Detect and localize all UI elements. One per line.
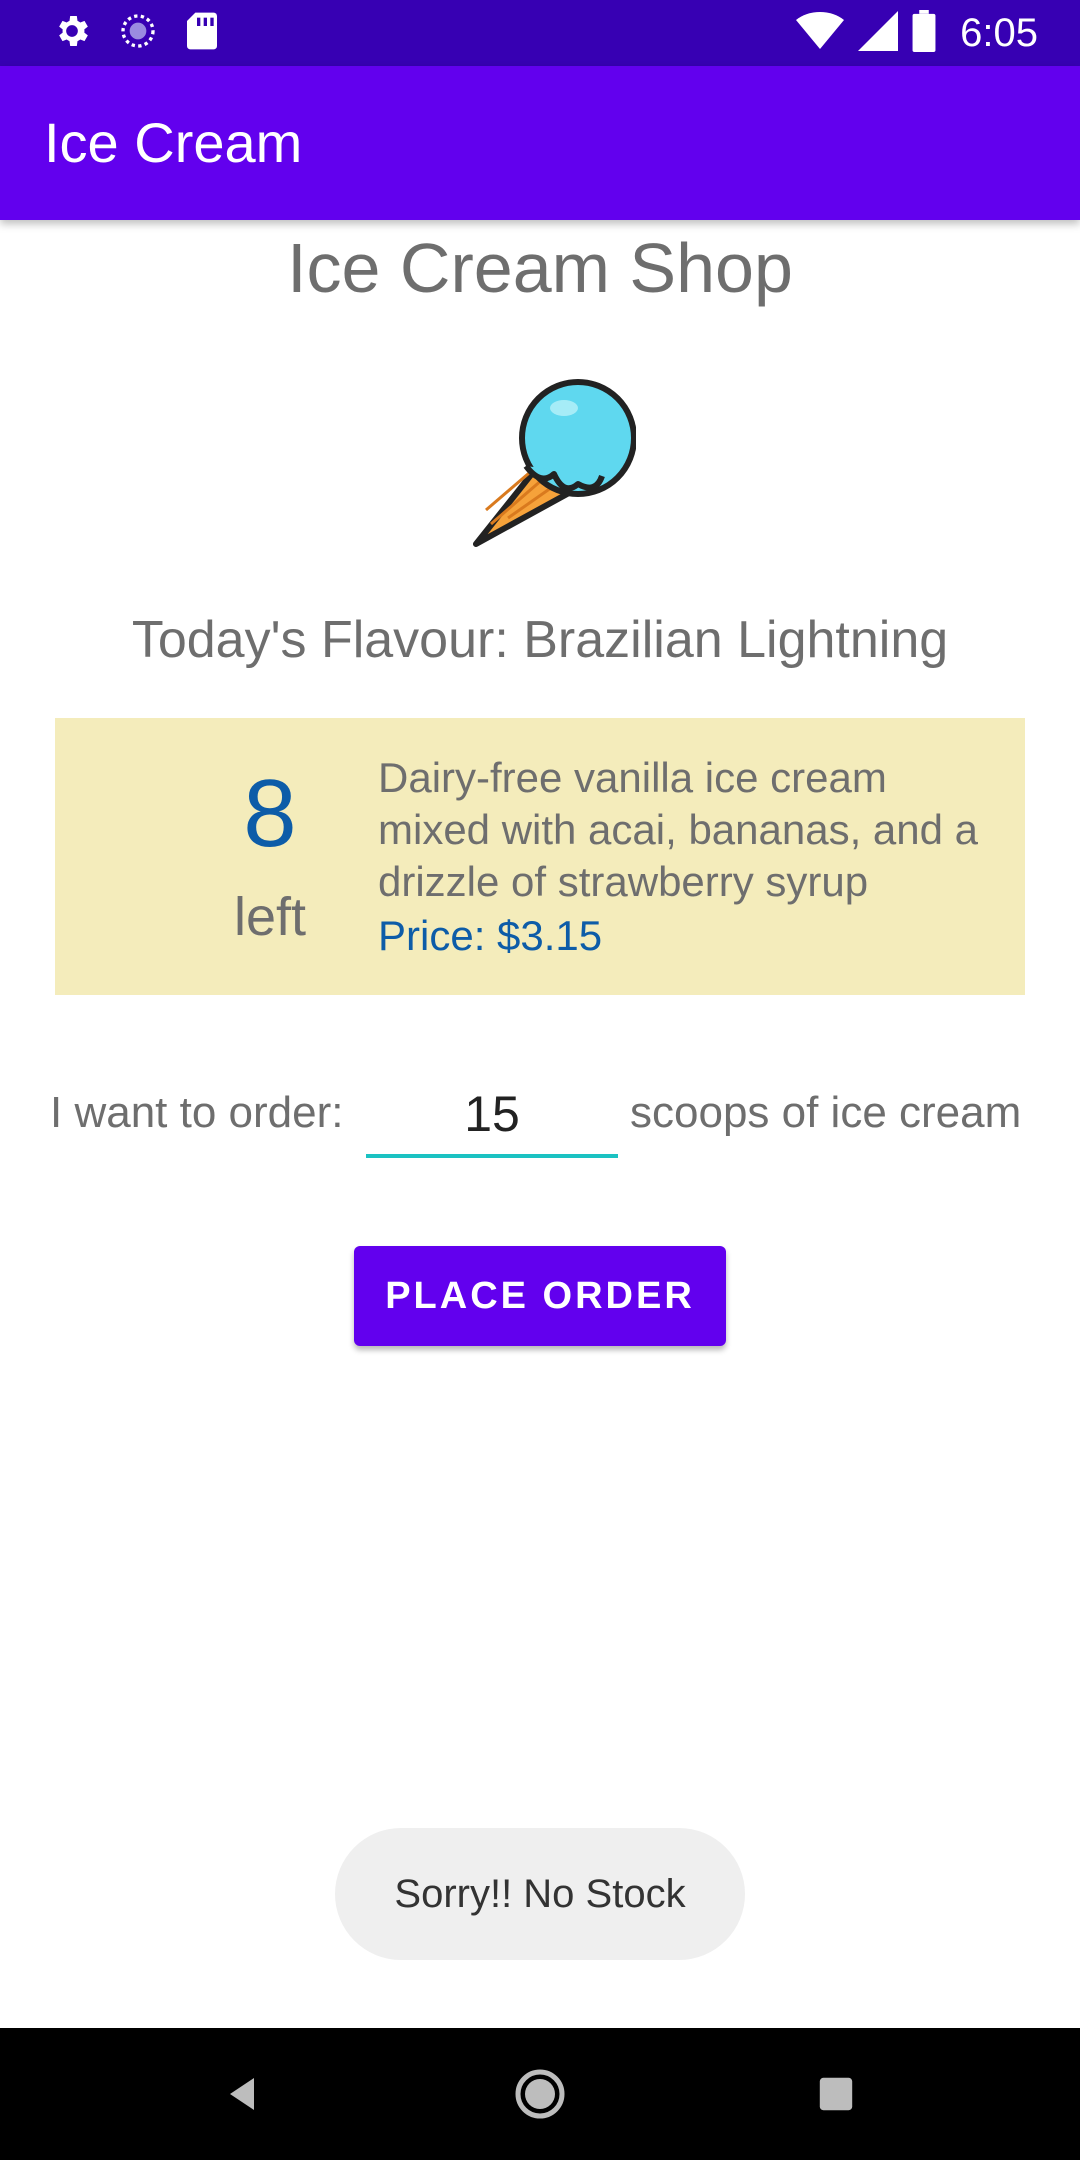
app-bar: Ice Cream xyxy=(0,66,1080,220)
home-icon[interactable] xyxy=(500,2054,580,2134)
status-time: 6:05 xyxy=(960,10,1038,55)
status-bar: 6:05 xyxy=(0,0,1080,66)
quantity-input[interactable] xyxy=(366,1074,618,1158)
stock-label: left xyxy=(233,887,307,947)
status-icons-left xyxy=(52,11,220,56)
order-suffix-label: scoops of ice cream xyxy=(630,1088,1022,1137)
status-icons-right: 6:05 xyxy=(796,8,1038,58)
price-label: Price: $3.15 xyxy=(378,912,603,959)
battery-icon xyxy=(912,9,936,57)
flavour-description: Dairy-free vanilla ice cream mixed with … xyxy=(378,754,979,905)
toast-text: Sorry!! No Stock xyxy=(394,1871,686,1916)
toast-message: Sorry!! No Stock xyxy=(335,1828,745,1960)
signal-icon xyxy=(858,10,899,56)
page-title: Ice Cream Shop xyxy=(287,229,793,307)
navigation-bar xyxy=(0,2028,1080,2160)
sync-icon xyxy=(118,11,158,56)
ice-cream-cone-icon xyxy=(446,366,637,556)
flavour-card: 8 left Dairy-free vanilla ice cream mixe… xyxy=(55,718,1025,995)
stock-count: 8 xyxy=(243,760,297,867)
sd-card-icon xyxy=(184,11,220,56)
order-prefix-label: I want to order: xyxy=(50,1088,344,1137)
recents-icon[interactable] xyxy=(796,2054,876,2134)
wifi-icon xyxy=(796,11,845,56)
back-icon[interactable] xyxy=(202,2054,282,2134)
place-order-button[interactable]: PLACE ORDER xyxy=(354,1246,726,1346)
gear-icon xyxy=(52,11,92,56)
app-bar-title: Ice Cream xyxy=(44,111,303,174)
todays-flavour: Today's Flavour: Brazilian Lightning xyxy=(131,611,949,669)
